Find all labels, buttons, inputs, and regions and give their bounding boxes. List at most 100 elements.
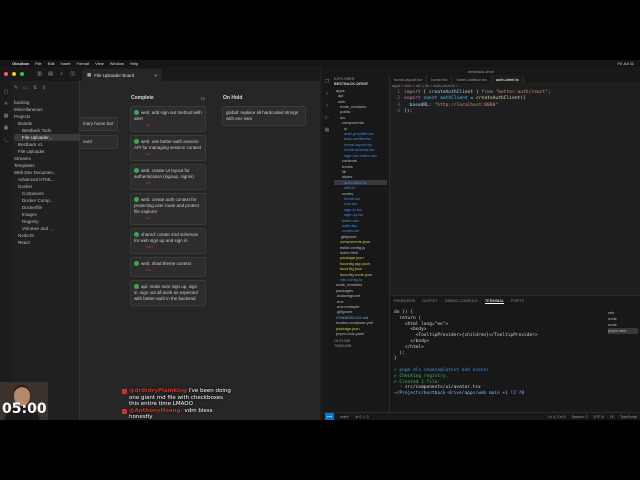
collapse-icon[interactable]: ⇕	[42, 85, 46, 91]
file-tree-item[interactable]: NodeJS	[14, 232, 80, 239]
source-control-icon[interactable]: ⑂	[325, 103, 328, 109]
breadcrumb[interactable]: apps > web > src > lib > auth-client.ts …	[392, 84, 462, 88]
kanban-card[interactable]: web: shad theme context #ui	[130, 257, 206, 277]
remote-icon[interactable]: ⟷	[325, 413, 335, 420]
menu-item[interactable]: Insert	[60, 61, 70, 66]
zoom-window-button[interactable]	[20, 72, 24, 76]
file-tree-item[interactable]: Bestback Todo	[14, 127, 80, 134]
explorer-icon[interactable]: ❐	[325, 79, 329, 85]
file-tree-item[interactable]: Projects	[14, 113, 80, 120]
checkmark-icon[interactable]	[134, 197, 139, 202]
sort-icon[interactable]: ⇅	[33, 85, 37, 91]
run-debug-icon[interactable]: ▷	[325, 115, 329, 121]
checkmark-icon[interactable]	[134, 168, 139, 173]
checkmark-icon[interactable]	[134, 232, 139, 237]
file-tree-item[interactable]: Dockerfile	[14, 204, 80, 211]
card-tag[interactable]: #api	[146, 244, 202, 250]
file-tree-item[interactable]: Bestback v1	[14, 141, 80, 148]
file-tree-item[interactable]: Boards	[14, 120, 80, 127]
card-tag[interactable]: #ui	[146, 180, 202, 186]
kanban-card[interactable]: web: create auth context for protecting …	[130, 193, 206, 225]
calendar-icon[interactable]: ▣	[4, 125, 9, 131]
minimize-window-button[interactable]	[12, 72, 16, 76]
file-tree-item[interactable]: backlog	[14, 99, 80, 106]
indent-status[interactable]: Spaces: 2	[572, 415, 588, 419]
files-icon[interactable]: ▢	[4, 89, 9, 95]
editor-tab[interactable]: home.tsx	[427, 75, 453, 83]
cursor-position[interactable]: Ln 4, Col 4	[548, 415, 565, 419]
command-icon[interactable]: ›_	[4, 137, 8, 143]
panel-tab[interactable]: PROBLEMS	[394, 299, 415, 304]
file-tree-item[interactable]: Streams	[14, 155, 80, 162]
terminal-instance[interactable]: pnpm web	[608, 328, 638, 334]
card-tag[interactable]: #ui	[146, 122, 202, 128]
problems-status[interactable]: ⊗ 0 ⚠ 0	[355, 415, 368, 419]
kanban-card[interactable]: web: create UI layout for authentication…	[130, 164, 206, 190]
checkmark-icon[interactable]	[134, 284, 139, 289]
file-tree-item[interactable]: File Uploader...	[14, 134, 80, 141]
lane-title[interactable]: Complete	[131, 95, 154, 101]
eol-status[interactable]: LF	[610, 415, 614, 419]
kanban-card[interactable]: mary home bar	[80, 117, 118, 131]
checkmark-icon[interactable]	[134, 139, 139, 144]
file-tree-item[interactable]: Templates	[14, 162, 80, 169]
menu-item[interactable]: Obsidian	[12, 61, 29, 66]
folder-icon[interactable]: ▤	[47, 71, 54, 78]
encoding-status[interactable]: UTF-8	[594, 415, 604, 419]
timeline-section[interactable]: TIMELINE	[334, 344, 387, 349]
menu-item[interactable]: Help	[130, 61, 138, 66]
kanban-card[interactable]: web: use better-auth session API for man…	[130, 135, 206, 161]
file-tree-item[interactable]: Containers	[14, 190, 80, 197]
canvas-icon[interactable]: ▦	[4, 113, 9, 119]
file-tree-item[interactable]: React	[14, 239, 80, 246]
card-tag[interactable]: #ui	[146, 267, 202, 273]
graph-icon[interactable]: ✳	[4, 101, 8, 107]
branch-status[interactable]: main*	[340, 415, 349, 419]
kanban-card[interactable]: api: make sure sign up, sign in, sign ou…	[130, 280, 206, 306]
file-tree-item[interactable]: Web Dev Documen...	[14, 169, 80, 176]
menu-item[interactable]: Format	[77, 61, 90, 66]
terminal-output[interactable]: do }) { return ( <html lang="en"> <body>…	[394, 310, 608, 397]
tab-file-uploader-board[interactable]: ▦ File Uploader Board ×	[82, 69, 162, 81]
menu-item[interactable]: Window	[110, 61, 124, 66]
code-editor[interactable]: 1 import { createAuthClient } from "bette…	[392, 90, 640, 295]
file-tree-item[interactable]: Volumes and ...	[14, 225, 80, 232]
file-tree-item[interactable]: Registry	[14, 218, 80, 225]
tab-close-icon[interactable]: ×	[154, 73, 157, 78]
menu-item[interactable]: View	[95, 61, 104, 66]
menu-item[interactable]: File	[35, 61, 41, 66]
sidebar-toggle-icon[interactable]: ▥	[36, 71, 43, 78]
file-tree-item[interactable]: Docker	[14, 183, 80, 190]
file-tree-item[interactable]: Docker Comp...	[14, 197, 80, 204]
panel-tab[interactable]: TERMINAL	[484, 299, 505, 304]
file-tree-item[interactable]: Miscellaneous	[14, 106, 80, 113]
search-icon[interactable]: ⌕	[58, 71, 65, 78]
bookmark-icon[interactable]: ◫	[69, 71, 76, 78]
kanban-card[interactable]: global: replace all hardcoded strings wi…	[222, 106, 306, 126]
editor-tab[interactable]: home-sidebar.tsx	[452, 75, 492, 83]
card-tag[interactable]: #ui	[146, 151, 202, 157]
editor-tab[interactable]: home-layout.tsx	[390, 75, 428, 83]
checkmark-icon[interactable]	[134, 261, 139, 266]
panel-tab[interactable]: OUTPUT	[422, 299, 438, 304]
search-icon[interactable]: ⌕	[326, 91, 329, 97]
new-folder-icon[interactable]: ▭	[23, 85, 28, 91]
lane-title[interactable]: On Hold	[223, 95, 242, 101]
close-window-button[interactable]	[4, 72, 8, 76]
kanban-card[interactable]: shared: create Zod schemas for web sign …	[130, 228, 206, 254]
language-status[interactable]: TypeScript	[620, 415, 637, 419]
panel-tab[interactable]: DEBUG CONSOLE	[445, 299, 478, 304]
kanban-card[interactable]: card	[80, 135, 118, 149]
checkmark-icon[interactable]	[134, 110, 139, 115]
card-tag[interactable]: #ui	[146, 215, 202, 221]
explorer-file[interactable]: pnpm-lock.yaml	[334, 331, 387, 336]
new-note-icon[interactable]: ✎	[14, 85, 18, 91]
menu-item[interactable]: Edit	[48, 61, 55, 66]
file-tree-item[interactable]: Advanced HTML...	[14, 176, 80, 183]
panel-tab[interactable]: PORTS	[511, 299, 524, 304]
editor-tab[interactable]: auth-client.ts	[491, 75, 524, 83]
file-tree-item[interactable]: File Uploader	[14, 148, 80, 155]
kanban-card[interactable]: web: add sign out method with alert #ui	[130, 106, 206, 132]
extensions-icon[interactable]: ▦	[325, 127, 330, 133]
file-tree-item[interactable]: Images	[14, 211, 80, 218]
